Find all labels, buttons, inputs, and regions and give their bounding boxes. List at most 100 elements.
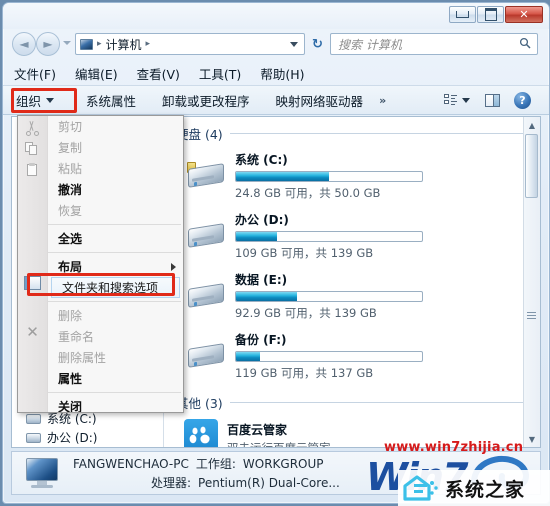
close-icon: ✕ (519, 8, 529, 21)
drive-item-f[interactable]: 备份 (F:) 119 GB 可用，共 137 GB (164, 326, 540, 386)
nav-item-drive-d[interactable]: 办公 (D:) (12, 428, 163, 447)
menu-item-copy[interactable]: 复制 (48, 137, 183, 158)
menu-item-label: 撤消 (58, 183, 83, 197)
menu-icon-gutter: ✕ (18, 116, 48, 412)
menu-item-layout[interactable]: 布局 (48, 256, 183, 277)
workgroup-label: 工作组: (195, 457, 236, 471)
menu-separator (48, 224, 181, 225)
processor-label: 处理器: (151, 476, 192, 490)
drive-name: 系统 (C:) (235, 153, 288, 167)
menu-item-label: 删除 (58, 309, 83, 323)
drive-capacity-text: 119 GB 可用，共 137 GB (235, 366, 374, 380)
view-list-icon (444, 94, 457, 106)
details-text: FANGWENCHAO-PC 工作组: WORKGROUP 处理器: Penti… (73, 455, 340, 491)
toolbar-overflow-button[interactable]: » (379, 94, 386, 107)
menu-item-list: 剪切 复制 粘贴 撤消 恢复 全选 布局 文件夹和搜索选项 删除 重命名 删除属… (48, 116, 183, 412)
menu-item-remove-properties[interactable]: 删除属性 (48, 347, 183, 368)
menu-item-cut[interactable]: 剪切 (48, 116, 183, 137)
vertical-scrollbar[interactable]: ▲ ▼ (523, 117, 540, 447)
delete-icon: ✕ (26, 323, 39, 341)
menu-item-delete[interactable]: 删除 (48, 305, 183, 326)
layout-icon (24, 276, 41, 290)
maximize-button[interactable] (477, 6, 504, 23)
preview-pane-icon (485, 93, 500, 107)
menu-item-folder-and-search-options[interactable]: 文件夹和搜索选项 (51, 277, 180, 298)
system-properties-button[interactable]: 系统属性 (86, 91, 136, 110)
other-item-name: 百度云管家 (227, 423, 288, 437)
forward-button[interactable]: ► (36, 32, 60, 56)
hard-drive-icon (186, 340, 226, 371)
menu-item-label: 恢复 (58, 204, 83, 218)
menu-item-properties[interactable]: 属性 (48, 368, 183, 389)
minimize-icon (456, 11, 469, 18)
toolbar: 组织 系统属性 卸载或更改程序 映射网络驱动器 » ? (3, 85, 549, 115)
help-icon: ? (514, 91, 531, 109)
minimize-button[interactable] (449, 6, 476, 23)
drive-usage-bar (235, 351, 423, 362)
search-icon[interactable] (519, 37, 531, 52)
baidu-cloud-icon (184, 419, 218, 447)
cut-icon (25, 121, 40, 136)
search-glyph (519, 37, 531, 49)
drive-item-e[interactable]: 数据 (E:) 92.9 GB 可用，共 139 GB (164, 266, 540, 326)
menu-item-paste[interactable]: 粘贴 (48, 158, 183, 179)
forward-arrow-icon: ► (43, 37, 53, 51)
computer-icon (80, 38, 93, 50)
scroll-up-button[interactable]: ▲ (524, 117, 540, 133)
change-view-button[interactable] (444, 94, 470, 106)
address-dropdown-icon[interactable] (290, 41, 298, 47)
drive-usage-bar (235, 291, 423, 302)
menu-item-rename[interactable]: 重命名 (48, 326, 183, 347)
back-button[interactable]: ◄ (12, 32, 36, 56)
menu-item-close[interactable]: 关闭 (48, 396, 183, 412)
hard-drive-icon (186, 220, 226, 251)
paste-icon (25, 163, 40, 178)
maximize-icon (484, 8, 497, 21)
menu-edit[interactable]: 编辑(E) (75, 64, 118, 83)
uninstall-change-program-button[interactable]: 卸载或更改程序 (162, 91, 250, 110)
menu-file[interactable]: 文件(F) (14, 64, 56, 83)
breadcrumb-separator-2-icon[interactable]: ▸ (146, 39, 151, 49)
drive-item-c[interactable]: 系统 (C:) 24.8 GB 可用，共 50.0 GB (164, 146, 540, 206)
menu-item-select-all[interactable]: 全选 (48, 228, 183, 249)
details-row-processor: 处理器: Pentium(R) Dual-Core... (73, 474, 340, 491)
brand-logo-icon (402, 474, 440, 502)
scrollbar-grip-icon (527, 312, 536, 319)
processor-value: Pentium(R) Dual-Core... (198, 475, 340, 490)
refresh-button[interactable]: ↻ (308, 34, 327, 54)
search-box[interactable]: 搜索 计算机 (330, 33, 538, 55)
menu-help[interactable]: 帮助(H) (260, 64, 304, 83)
scrollbar-thumb[interactable] (525, 134, 538, 198)
organize-label: 组织 (16, 93, 42, 109)
drive-item-d[interactable]: 办公 (D:) 109 GB 可用，共 139 GB (164, 206, 540, 266)
refresh-icon: ↻ (312, 36, 323, 52)
menu-tools[interactable]: 工具(T) (199, 64, 241, 83)
scroll-down-button[interactable]: ▼ (524, 431, 540, 447)
drive-capacity-text: 109 GB 可用，共 139 GB (235, 246, 374, 260)
history-dropdown-icon[interactable] (63, 41, 71, 45)
menu-view[interactable]: 查看(V) (137, 64, 180, 83)
menu-item-label: 布局 (58, 260, 83, 274)
preview-pane-button[interactable] (485, 93, 500, 107)
drive-name: 数据 (E:) (235, 273, 288, 287)
drive-name: 备份 (F:) (235, 333, 287, 347)
group-divider (229, 402, 530, 403)
explorer-window: ✕ ◄ ► ▸ 计算机 ▸ ↻ 搜索 计算机 文件(F) 编辑(E) 查看(V)… (2, 2, 550, 504)
menu-item-label: 粘贴 (58, 162, 83, 176)
menu-item-undo[interactable]: 撤消 (48, 179, 183, 200)
copy-icon (25, 142, 40, 157)
drive-capacity-text: 24.8 GB 可用，共 50.0 GB (235, 186, 381, 200)
group-header-others: 其他 (3) (164, 386, 540, 415)
organize-button[interactable]: 组织 (16, 91, 55, 110)
close-button[interactable]: ✕ (505, 6, 543, 23)
help-button[interactable]: ? (514, 91, 531, 109)
breadcrumb-computer[interactable]: 计算机 (106, 36, 142, 53)
menu-item-redo[interactable]: 恢复 (48, 200, 183, 221)
menu-separator (48, 252, 181, 253)
details-row-computer: FANGWENCHAO-PC 工作组: WORKGROUP (73, 455, 340, 472)
drive-icon (26, 413, 41, 424)
other-item-description: 双击运行百度云管家 (227, 440, 331, 447)
map-network-drive-button[interactable]: 映射网络驱动器 (276, 91, 364, 110)
submenu-arrow-icon (171, 262, 176, 271)
address-bar[interactable]: ▸ 计算机 ▸ (75, 33, 305, 55)
